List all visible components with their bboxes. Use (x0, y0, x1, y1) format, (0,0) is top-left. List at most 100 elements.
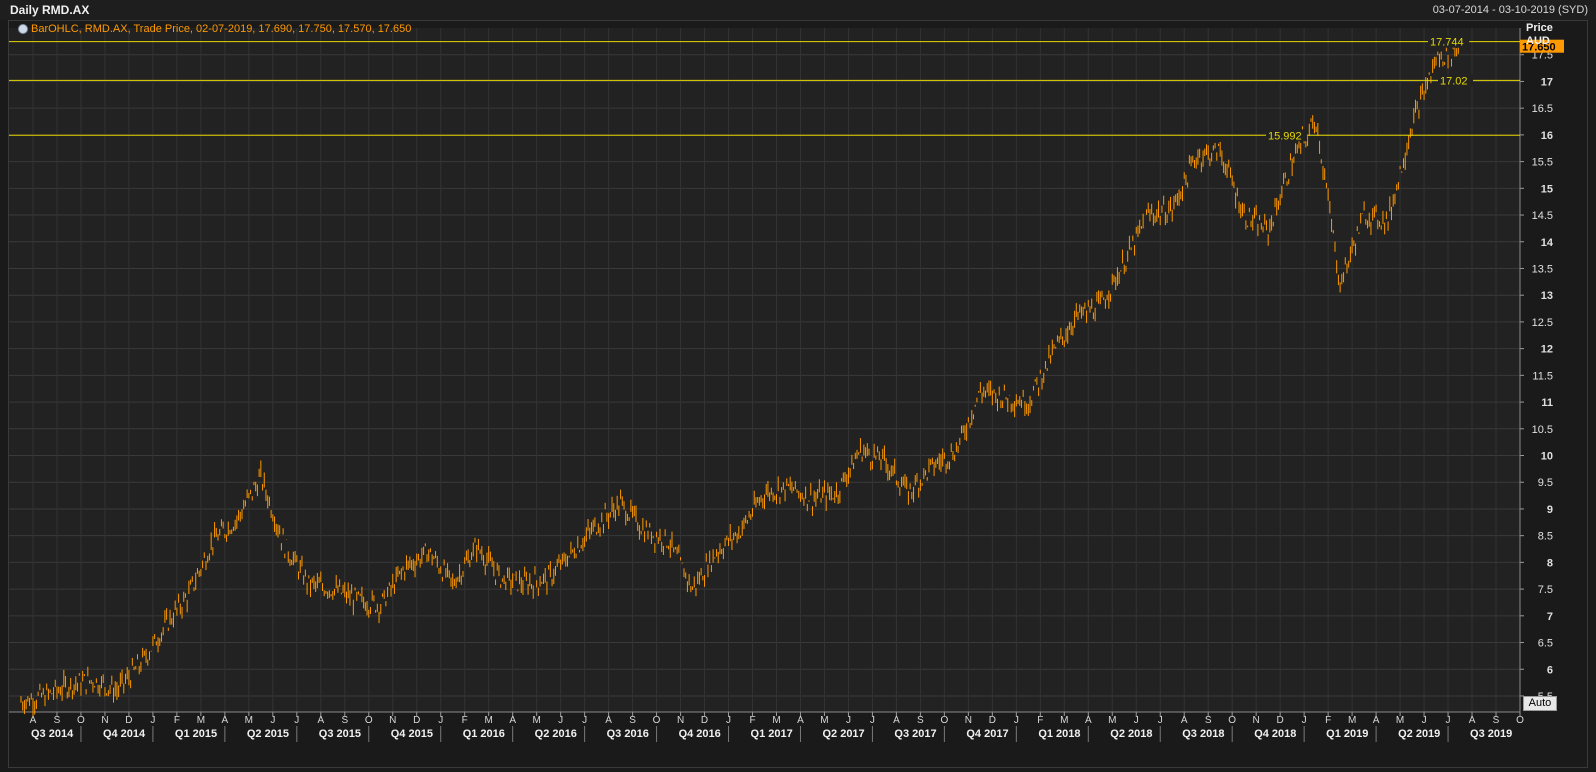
month-tick-label: O (940, 715, 948, 726)
quarter-label: Q2 2016 (535, 728, 577, 740)
y-tick-label: 9 (1547, 504, 1553, 516)
y-tick-label: 8.5 (1538, 531, 1553, 543)
month-tick-label: J (294, 715, 299, 726)
month-tick-label: S (1205, 715, 1212, 726)
y-tick-label: 14 (1541, 237, 1554, 249)
y-tick-label: 8 (1547, 557, 1553, 569)
month-tick-label: M (245, 715, 253, 726)
quarter-label: Q3 2018 (1182, 728, 1224, 740)
quarter-label: Q4 2015 (391, 728, 433, 740)
month-tick-label: S (629, 715, 636, 726)
month-tick-label: A (222, 715, 229, 726)
series-legend[interactable]: BarOHLC, RMD.AX, Trade Price, 02-07-2019… (18, 23, 411, 35)
month-tick-label: M (1060, 715, 1068, 726)
month-tick-label: J (1158, 715, 1163, 726)
month-tick-label: M (1348, 715, 1356, 726)
month-tick-label: A (1373, 715, 1380, 726)
month-tick-label: M (1396, 715, 1404, 726)
month-tick-label: M (485, 715, 493, 726)
month-tick-label: N (965, 715, 972, 726)
month-tick-label: O (653, 715, 661, 726)
month-tick-label: M (772, 715, 780, 726)
month-tick-label: S (1493, 715, 1500, 726)
reference-line-label: 15.992 (1268, 130, 1302, 142)
legend-text: BarOHLC, RMD.AX, Trade Price, 02-07-2019… (31, 23, 412, 35)
month-tick-label: O (365, 715, 373, 726)
reference-line-label: 17.744 (1430, 37, 1464, 49)
month-tick-label: M (820, 715, 828, 726)
month-tick-label: D (701, 715, 708, 726)
month-tick-label: N (389, 715, 396, 726)
month-tick-label: S (54, 715, 61, 726)
series-settings-icon[interactable] (18, 24, 28, 34)
month-tick-label: J (438, 715, 443, 726)
y-tick-label: 14.5 (1532, 210, 1553, 222)
y-tick-label: 9.5 (1538, 477, 1553, 489)
month-tick-label: O (77, 715, 85, 726)
month-tick-label: D (125, 715, 132, 726)
y-tick-label: 15.5 (1532, 157, 1553, 169)
month-tick-label: A (893, 715, 900, 726)
quarter-label: Q2 2019 (1398, 728, 1440, 740)
y-tick-label: 12 (1541, 344, 1553, 356)
month-tick-label: A (1469, 715, 1476, 726)
month-tick-label: J (1446, 715, 1451, 726)
quarter-label: Q3 2016 (607, 728, 649, 740)
quarter-label: Q1 2015 (175, 728, 217, 740)
month-tick-label: N (101, 715, 108, 726)
month-tick-label: O (1516, 715, 1524, 726)
price-chart[interactable]: 5.566.577.588.599.51010.51111.51212.5131… (0, 0, 1596, 772)
month-tick-label: M (1108, 715, 1116, 726)
month-tick-label: M (532, 715, 540, 726)
month-tick-label: J (1302, 715, 1307, 726)
y-tick-label: 10 (1541, 451, 1553, 463)
month-tick-label: J (270, 715, 275, 726)
month-tick-label: J (150, 715, 155, 726)
quarter-label: Q3 2017 (894, 728, 936, 740)
quarter-label: Q2 2015 (247, 728, 289, 740)
month-tick-label: N (1253, 715, 1260, 726)
y-tick-label: 7.5 (1538, 584, 1553, 596)
month-tick-label: S (917, 715, 924, 726)
quarter-label: Q3 2015 (319, 728, 361, 740)
quarter-label: Q2 2017 (822, 728, 864, 740)
y-tick-label: 11 (1541, 397, 1553, 409)
month-tick-label: A (509, 715, 516, 726)
month-tick-label: D (989, 715, 996, 726)
month-tick-label: A (1085, 715, 1092, 726)
month-tick-label: D (1277, 715, 1284, 726)
quarter-label: Q4 2017 (966, 728, 1008, 740)
y-tick-label: 10.5 (1532, 424, 1553, 436)
month-tick-label: J (1134, 715, 1139, 726)
y-tick-label: 6.5 (1538, 638, 1553, 650)
month-tick-label: A (797, 715, 804, 726)
month-tick-label: A (1181, 715, 1188, 726)
y-tick-label: 15 (1541, 183, 1553, 195)
quarter-label: Q2 2018 (1110, 728, 1152, 740)
price-axis-title: Price (1526, 22, 1553, 34)
month-tick-label: J (1014, 715, 1019, 726)
quarter-label: Q4 2018 (1254, 728, 1296, 740)
quarter-label: Q1 2016 (463, 728, 505, 740)
quarter-label: Q1 2018 (1038, 728, 1080, 740)
month-tick-label: A (605, 715, 612, 726)
quarter-label: Q3 2019 (1470, 728, 1512, 740)
month-tick-label: J (558, 715, 563, 726)
reference-line-label: 17.02 (1440, 75, 1468, 87)
month-tick-label: F (1325, 715, 1331, 726)
month-tick-label: J (726, 715, 731, 726)
y-tick-label: 7 (1547, 611, 1553, 623)
month-tick-label: J (1422, 715, 1427, 726)
quarter-label: Q4 2016 (679, 728, 721, 740)
auto-scale-button[interactable]: Auto (1523, 696, 1557, 711)
month-tick-label: F (1037, 715, 1043, 726)
y-tick-label: 16 (1541, 130, 1553, 142)
month-tick-label: M (197, 715, 205, 726)
month-tick-label: S (341, 715, 348, 726)
month-tick-label: A (30, 715, 37, 726)
quarter-label: Q3 2014 (31, 728, 74, 740)
month-tick-label: A (317, 715, 324, 726)
month-tick-label: J (582, 715, 587, 726)
y-tick-label: 13 (1541, 290, 1553, 302)
quarter-label: Q1 2019 (1326, 728, 1368, 740)
